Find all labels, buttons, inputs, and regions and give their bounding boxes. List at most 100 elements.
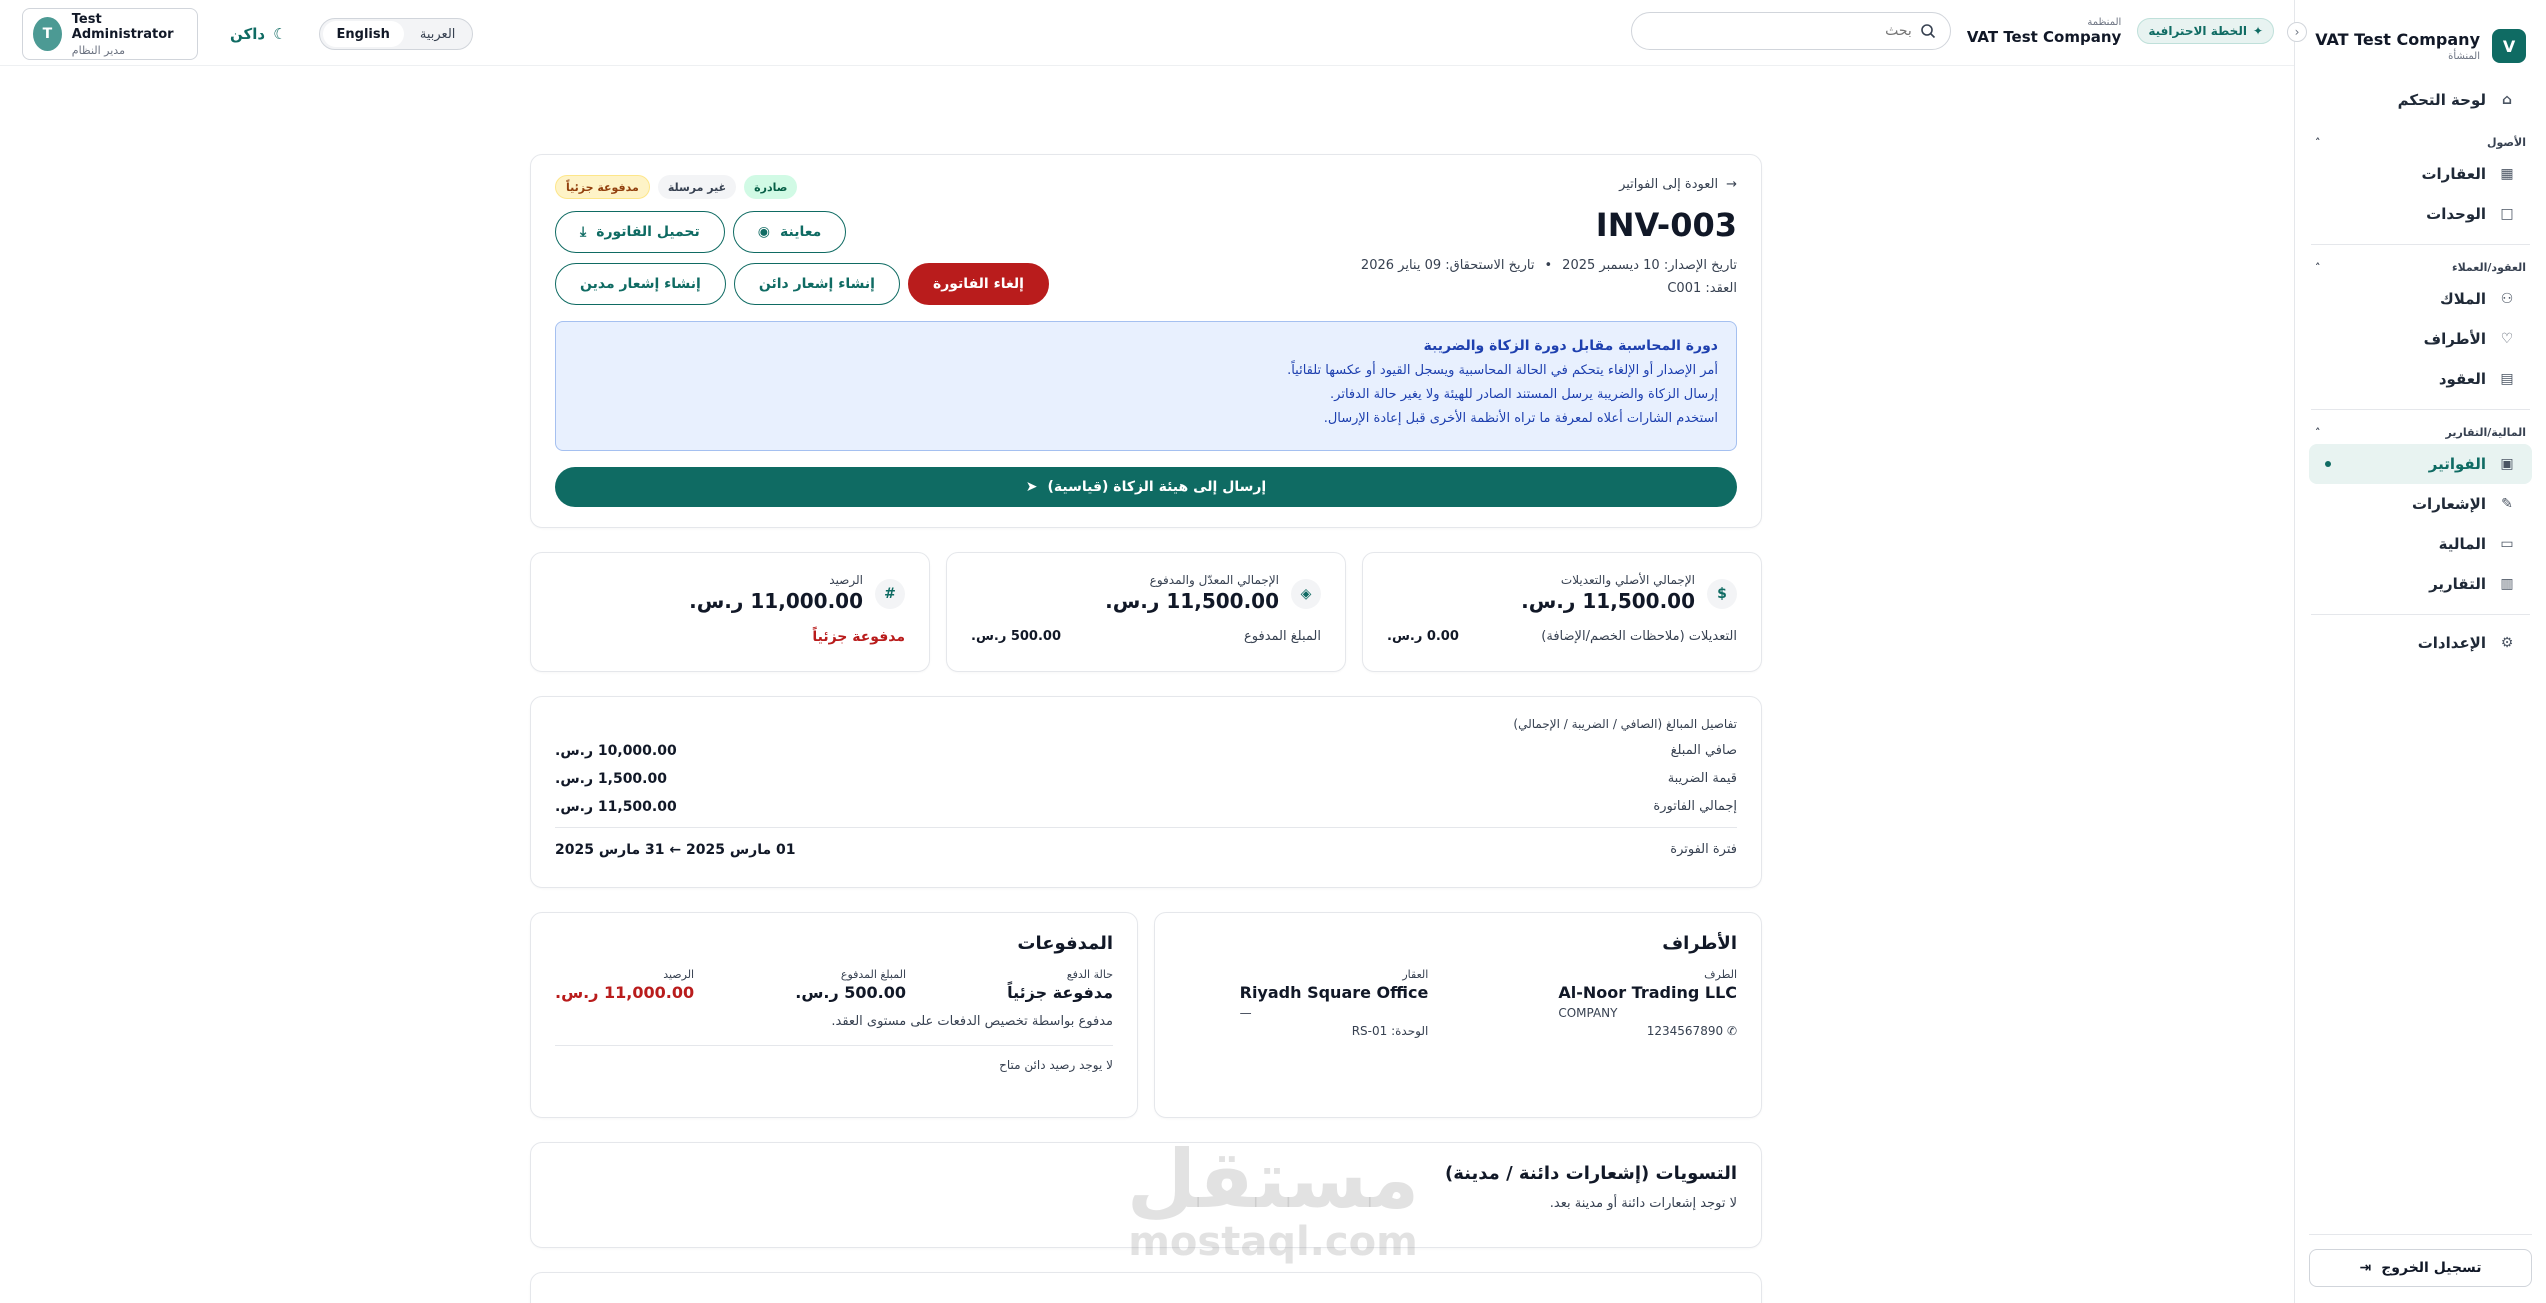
period-label: فترة الفوترة <box>1670 842 1737 857</box>
sidebar-item-label: الأطراف <box>2423 330 2486 348</box>
sparkle-icon: ✦ <box>2252 24 2263 38</box>
logout-button[interactable]: تسجيل الخروج ⇥ <box>2309 1249 2532 1287</box>
payment-note: مدفوع بواسطة تخصيص الدفعات على مستوى الع… <box>831 1014 1113 1029</box>
hash-icon: # <box>875 579 905 609</box>
sidebar-company: VAT Test Company المنشأة <box>2315 30 2480 62</box>
issue-date: تاريخ الإصدار: 10 ديسمبر 2025 <box>1562 258 1737 273</box>
amounts-card: تفاصيل المبالغ (الصافي / الضريبة / الإجم… <box>530 696 1762 888</box>
stat-value: 11,500.00 ر.س. <box>1105 589 1279 613</box>
sidebar-item-finance[interactable]: ▭ المالية <box>2309 524 2532 564</box>
stat-label: الرصيد <box>829 573 863 587</box>
square-icon: □ <box>2500 206 2514 222</box>
stat-sub-value: 0.00 ر.س. <box>1387 629 1459 644</box>
lang-english[interactable]: English <box>322 21 404 47</box>
main-content: → العودة إلى الفواتير INV-003 تاريخ الإص… <box>530 154 1762 1303</box>
payments-divider <box>555 1045 1113 1046</box>
sidebar-group-label: المالية/التقارير <box>2445 425 2526 439</box>
preview-button[interactable]: ◉ معاينة <box>732 211 847 253</box>
wallet-icon: ▭ <box>2500 536 2514 552</box>
stat-label: الإجمالي المعدّل والمدفوع <box>1149 573 1279 587</box>
property-name[interactable]: Riyadh Square Office <box>1240 983 1429 1002</box>
credit-balance-note: لا يوجد رصيد دائن متاح <box>999 1058 1113 1072</box>
theme-toggle[interactable]: داكن ☾ <box>230 25 287 43</box>
download-invoice-button[interactable]: ⤓ تحميل الفاتورة <box>555 211 725 253</box>
sidebar-item-notices[interactable]: ✎ الإشعارات <box>2309 484 2532 524</box>
net-row: صافي المبلغ 10,000.00 ر.س. <box>555 743 1737 759</box>
sidebar-divider <box>2311 244 2530 245</box>
primary-actions: ⤓ تحميل الفاتورة ◉ معاينة <box>555 211 847 253</box>
stat-top: $ الإجمالي الأصلي والتعديلات 11,500.00 ر… <box>1387 573 1737 613</box>
sidebar-item-reports[interactable]: ▥ التقارير <box>2309 564 2532 604</box>
property-label: العقار <box>1402 968 1429 981</box>
app-shell: ✦ الخطة الاحترافية المنظمة VAT Test Comp… <box>0 0 2546 1303</box>
invoice-icon: ▣ <box>2500 456 2514 472</box>
sidebar-footer: تسجيل الخروج ⇥ <box>2309 1234 2532 1287</box>
search-input[interactable] <box>1651 23 1912 39</box>
sidebar-nav: ⌂ لوحة التحكم الأصول ˄ ▦ العقارات □ الوح… <box>2295 68 2546 675</box>
status-badge-partial: مدفوعة جزئياً <box>555 175 650 199</box>
sidebar-group-finance[interactable]: المالية/التقارير ˄ <box>2309 420 2532 444</box>
payments-grid: حالة الدفع مدفوعة جزئياً المبلغ المدفوع … <box>555 968 1113 1002</box>
sidebar-item-contracts[interactable]: ▤ العقود <box>2309 359 2532 399</box>
property-cell: العقار Riyadh Square Office — الوحدة: RS… <box>1240 968 1429 1038</box>
org-label: المنظمة <box>2087 16 2122 28</box>
total-label: إجمالي الفاتورة <box>1653 799 1737 814</box>
cancel-invoice-button[interactable]: إلغاء الفاتورة <box>907 263 1049 305</box>
building-icon: ▦ <box>2500 166 2514 182</box>
sidebar-item-invoices[interactable]: ▣ الفواتير <box>2309 444 2532 484</box>
info-title: دورة المحاسبة مقابل دورة الزكاة والضريبة <box>1423 338 1718 354</box>
sidebar-item-owners[interactable]: ⚇ الملاك <box>2309 279 2532 319</box>
sidebar-collapse-chevron-icon[interactable]: ‹ <box>2287 22 2307 42</box>
edit-document-icon: ✎ <box>2501 496 2513 512</box>
download-label: تحميل الفاتورة <box>596 224 700 240</box>
create-credit-note-button[interactable]: إنشاء إشعار دائن <box>733 263 900 305</box>
logout-label: تسجيل الخروج <box>2381 1260 2482 1276</box>
paid-amount-cell: المبلغ المدفوع 500.00 ر.س. <box>795 968 906 1002</box>
user-menu[interactable]: T Test Administrator مدير النظام <box>22 8 198 60</box>
sidebar-item-units[interactable]: □ الوحدات <box>2309 194 2532 234</box>
sidebar-item-dashboard[interactable]: ⌂ لوحة التحكم <box>2309 80 2532 120</box>
search-icon <box>1921 24 1935 39</box>
sidebar: ‹ V VAT Test Company المنشأة ⌂ لوحة التح… <box>2287 0 2546 1303</box>
search-box[interactable] <box>1630 12 1951 50</box>
avatar: T <box>33 17 62 51</box>
lang-arabic[interactable]: العربية <box>406 21 470 47</box>
sidebar-group-assets[interactable]: الأصول ˄ <box>2309 130 2532 154</box>
sidebar-item-label: العقود <box>2438 370 2486 388</box>
sidebar-group-contracts[interactable]: العقود/العملاء ˄ <box>2309 255 2532 279</box>
stat-top: ◈ الإجمالي المعدّل والمدفوع 11,500.00 ر.… <box>971 573 1321 613</box>
users-icon: ⚇ <box>2500 291 2514 307</box>
watermark-latin: mostaql.com <box>1128 1219 1418 1265</box>
total-value: 11,500.00 ر.س. <box>555 799 677 815</box>
net-value: 10,000.00 ر.س. <box>555 743 677 759</box>
payment-balance-cell: الرصيد 11,000.00 ر.س. <box>555 968 694 1002</box>
dot-separator: • <box>1544 258 1553 273</box>
invoice-header-card: → العودة إلى الفواتير INV-003 تاريخ الإص… <box>530 154 1762 528</box>
chevron-up-icon: ˄ <box>2315 135 2321 149</box>
info-line-2: إرسال الزكاة والضريبة يرسل المستند الصاد… <box>1330 387 1718 402</box>
sidebar-company-name: VAT Test Company <box>2315 30 2480 49</box>
document-icon: ▤ <box>2500 371 2514 387</box>
handshake-icon: ♡ <box>2500 331 2514 347</box>
send-zatca-button[interactable]: إرسال إلى هيئة الزكاة (قياسية) ➤ <box>555 467 1737 507</box>
info-line-1: أمر الإصدار أو الإلغاء يتحكم في الحالة ا… <box>1287 363 1718 378</box>
party-phone: 1234567890 <box>1646 1024 1724 1038</box>
download-icon: ⤓ <box>580 224 587 240</box>
sidebar-item-label: الإشعارات <box>2411 495 2486 513</box>
period-value: 01 مارس 2025 ← 31 مارس 2025 <box>555 842 796 858</box>
stat-text: الإجمالي المعدّل والمدفوع 11,500.00 ر.س. <box>1105 573 1279 613</box>
user-info: Test Administrator مدير النظام <box>72 12 187 57</box>
payment-balance-value: 11,000.00 ر.س. <box>555 983 695 1002</box>
create-debit-note-button[interactable]: إنشاء إشعار مدين <box>555 263 726 305</box>
info-box: دورة المحاسبة مقابل دورة الزكاة والضريبة… <box>555 321 1737 451</box>
sidebar-company-sub: المنشأة <box>2448 51 2480 62</box>
sidebar-item-settings[interactable]: ⚙ الإعدادات <box>2309 623 2532 663</box>
amounts-divider <box>555 827 1737 828</box>
party-name[interactable]: Al-Noor Trading LLC <box>1558 983 1737 1002</box>
sidebar-item-properties[interactable]: ▦ العقارات <box>2309 154 2532 194</box>
total-row: إجمالي الفاتورة 11,500.00 ر.س. <box>555 799 1737 815</box>
sidebar-item-parties[interactable]: ♡ الأطراف <box>2309 319 2532 359</box>
parties-payments-row: الأطراف الطرف Al-Noor Trading LLC COMPAN… <box>530 912 1762 1118</box>
plan-badge[interactable]: ✦ الخطة الاحترافية <box>2137 18 2274 44</box>
amounts-heading: تفاصيل المبالغ (الصافي / الضريبة / الإجم… <box>1513 717 1737 731</box>
